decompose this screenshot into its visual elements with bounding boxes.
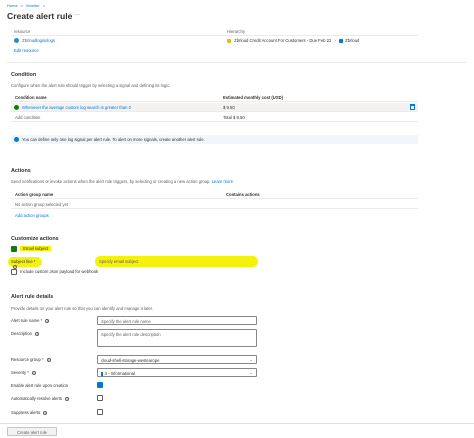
severity-value: 3 - Informational — [104, 371, 135, 376]
breadcrumb-monitor[interactable]: Monitor — [26, 3, 39, 8]
include-payload-row[interactable]: Include custom Json payload for webhook — [11, 269, 98, 275]
section-divider — [7, 62, 467, 63]
details-description: Provide details on your alert rule so th… — [11, 306, 153, 311]
create-alert-rule-button[interactable]: Create alert rule — [7, 427, 57, 436]
info-icon: i — [35, 331, 40, 336]
subject-line-label: Subject line * i — [8, 257, 42, 270]
resource-group-label: Resource group * i — [11, 357, 51, 362]
autoresolve-checkbox[interactable] — [97, 395, 103, 401]
scope-col-resource: resource — [14, 29, 31, 34]
chevron-right-icon: › — [334, 38, 336, 43]
page-title: Create alert rule — [7, 11, 73, 21]
alert-name-label-text: Alert rule name * — [11, 318, 43, 323]
check-circle-icon — [14, 104, 19, 110]
include-payload-checkbox[interactable] — [11, 269, 17, 275]
details-heading: Alert rule details — [11, 294, 54, 300]
create-alert-rule-label: Create alert rule — [16, 430, 48, 435]
scope-hierarchy: Zbrloud Credit Account For Customers - D… — [227, 38, 359, 43]
description-label: Description i — [11, 331, 40, 336]
breadcrumb-separator: > — [42, 3, 46, 8]
subject-line-input[interactable]: Specify email subject — [95, 256, 258, 267]
resource-group-select[interactable]: cloud-shell-storage-westeurope ⌄ — [97, 355, 257, 364]
resource-group-icon — [338, 38, 343, 43]
subject-line-placeholder: Specify email subject — [99, 259, 139, 264]
actions-heading: Actions — [11, 168, 31, 174]
suppress-label-text: Suppress alerts — [11, 410, 41, 415]
enable-rule-label: Enable alert rule upon creation — [11, 383, 69, 388]
condition-description: Configure when the alert rule should tri… — [11, 83, 171, 88]
delete-icon[interactable] — [410, 104, 415, 110]
log-analytics-icon — [14, 38, 19, 44]
actions-description-text: Send notifications or invoke actions whe… — [11, 179, 211, 184]
add-condition-link[interactable]: Add condition — [15, 115, 40, 120]
col-action-group-name: Action group name — [15, 192, 54, 197]
scope-divider — [11, 35, 418, 36]
col-contains-actions: Contains actions — [226, 192, 260, 197]
severity-level-icon — [101, 371, 103, 376]
email-subject-checkbox[interactable] — [11, 246, 17, 252]
col-condition-name: Condition name — [15, 95, 47, 100]
more-options-button[interactable]: ··· — [74, 12, 80, 20]
footer-divider — [0, 423, 474, 424]
learn-more-link[interactable]: Learn more — [212, 179, 233, 184]
condition-info-text: You can define only one log signal per a… — [22, 137, 205, 142]
condition-heading: Condition — [11, 72, 37, 78]
severity-select[interactable]: 3 - Informational ⌄ — [97, 368, 257, 377]
customize-heading: Customize actions — [11, 236, 59, 242]
condition-add-row: Add condition Total $ 9.50 — [11, 113, 418, 122]
breadcrumb-separator: > — [20, 3, 24, 8]
info-icon: i — [46, 357, 51, 362]
condition-row-cost: $ 9.50 — [223, 105, 235, 110]
alert-name-input[interactable]: Specify the alert rule name — [97, 316, 257, 325]
severity-label-text: Severity * — [11, 370, 29, 375]
autoresolve-label: Automatically resolve alerts i — [11, 396, 70, 401]
info-icon: i — [32, 370, 37, 375]
actions-table-header: Action group name Contains actions — [11, 190, 418, 199]
autoresolve-label-text: Automatically resolve alerts — [11, 396, 62, 401]
info-icon — [14, 137, 19, 142]
condition-table-header: Condition name Estimated monthly cost (U… — [11, 93, 418, 102]
breadcrumb: Home > Monitor > — [7, 3, 45, 8]
edit-resource-link[interactable]: Edit resource — [14, 48, 39, 53]
email-subject-row[interactable]: Email subject — [11, 246, 52, 252]
scope-row: Zbrloudlogsinlogs — [14, 38, 55, 44]
subscription-key-icon — [227, 38, 231, 43]
scope-resource-name[interactable]: Zbrloudlogsinlogs — [22, 38, 55, 43]
resource-group-label-text: Resource group * — [11, 357, 44, 362]
subject-line-label-text: Subject line * — [11, 259, 36, 264]
scope-hierarchy-tail: Zbrloud — [345, 38, 360, 43]
suppress-label: Suppress alerts i — [11, 410, 48, 415]
actions-description: Send notifications or invoke actions whe… — [11, 179, 233, 184]
chevron-down-icon: ⌄ — [249, 370, 253, 375]
actions-empty-row: No action group selected yet — [11, 200, 418, 209]
alert-name-label: Alert rule name * i — [11, 318, 50, 323]
condition-total: Total $ 9.50 — [223, 115, 245, 120]
info-icon: i — [65, 396, 70, 401]
severity-label: Severity * i — [11, 370, 37, 375]
add-action-groups-link[interactable]: Add action groups — [15, 213, 49, 218]
enable-rule-checkbox[interactable] — [97, 382, 103, 388]
info-icon: i — [43, 410, 48, 415]
condition-info-bar: You can define only one log signal per a… — [11, 135, 418, 144]
chevron-down-icon: ⌄ — [249, 357, 253, 362]
scope-col-hierarchy: Hierarchy — [227, 29, 245, 34]
alert-name-placeholder: Specify the alert rule name — [101, 319, 151, 324]
condition-row-name[interactable]: Whenever the average custom log search i… — [22, 105, 131, 110]
suppress-checkbox[interactable] — [97, 409, 103, 415]
include-payload-label: Include custom Json payload for webhook — [20, 269, 99, 275]
description-label-text: Description — [11, 331, 32, 336]
resource-group-value: cloud-shell-storage-westeurope — [101, 358, 160, 363]
actions-empty-text: No action group selected yet — [15, 202, 69, 207]
info-icon: i — [45, 318, 50, 323]
scope-hierarchy-text: Zbrloud Credit Account For Customers - D… — [234, 38, 332, 43]
col-estimated-cost: Estimated monthly cost (USD) — [223, 95, 284, 100]
email-subject-label: Email subject — [20, 246, 52, 252]
breadcrumb-home[interactable]: Home — [7, 3, 18, 8]
condition-row[interactable]: Whenever the average custom log search i… — [11, 103, 418, 112]
description-placeholder: Specify the alert rule description — [101, 332, 161, 337]
description-textarea[interactable]: Specify the alert rule description — [97, 329, 257, 347]
